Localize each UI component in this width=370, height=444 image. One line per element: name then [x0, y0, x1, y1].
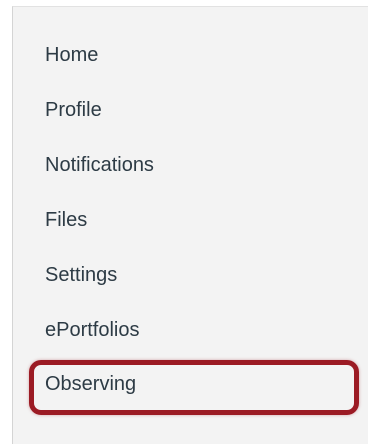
nav-item-files[interactable]: Files [45, 208, 87, 232]
nav-item-notifications[interactable]: Notifications [45, 153, 154, 177]
nav-item-home[interactable]: Home [45, 43, 98, 67]
nav-item-eportfolios[interactable]: ePortfolios [45, 318, 140, 342]
nav-item-profile[interactable]: Profile [45, 98, 102, 122]
nav-item-observing[interactable]: Observing [45, 372, 136, 396]
nav-item-settings[interactable]: Settings [45, 263, 117, 287]
user-nav-panel: Home Profile Notifications Files Setting… [12, 6, 368, 444]
